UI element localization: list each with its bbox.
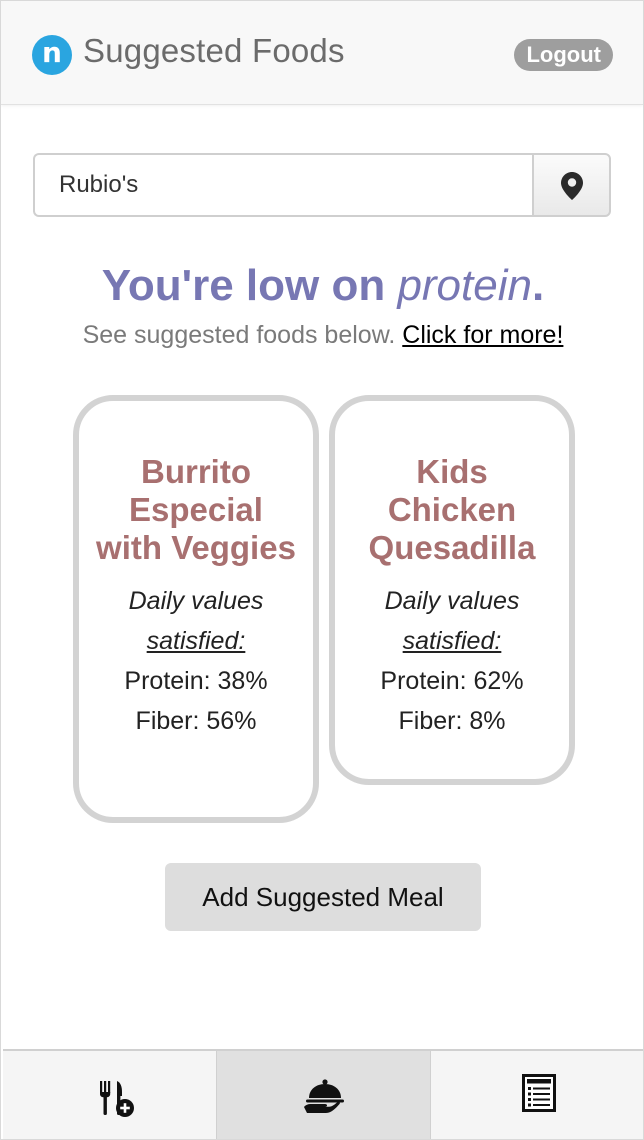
protein-value: Protein: 62% xyxy=(380,667,524,695)
headline-prefix: You're low on xyxy=(101,261,398,310)
location-button[interactable] xyxy=(532,153,611,217)
map-pin-icon xyxy=(561,172,583,200)
app-frame: n Suggested Foods Logout You're low on p… xyxy=(0,0,644,1140)
fiber-value: Fiber: 56% xyxy=(135,707,257,735)
daily-values-satisfied-label: satisfied: xyxy=(146,627,246,655)
restaurant-search-input[interactable] xyxy=(33,153,533,217)
fiber-value: Fiber: 8% xyxy=(398,707,506,735)
low-nutrient-headline: You're low on protein. xyxy=(1,261,643,311)
logout-button[interactable]: Logout xyxy=(514,39,613,71)
daily-values-label: Daily values xyxy=(128,587,264,615)
food-card[interactable]: Kids Chicken Quesadilla Daily values sat… xyxy=(329,395,575,785)
food-card[interactable]: Burrito Especial with Veggies Daily valu… xyxy=(73,395,319,823)
bottom-nav xyxy=(3,1049,643,1139)
headline-suffix: . xyxy=(531,261,545,310)
tab-suggested-foods[interactable] xyxy=(217,1051,431,1139)
add-suggested-meal-button[interactable]: Add Suggested Meal xyxy=(165,863,481,931)
food-card-title: Kids Chicken Quesadilla xyxy=(368,453,536,566)
list-document-icon xyxy=(522,1074,556,1112)
fork-knife-add-icon xyxy=(100,1081,134,1117)
protein-value: Protein: 38% xyxy=(124,667,268,695)
serving-cloche-icon xyxy=(304,1079,344,1113)
header-bar: n Suggested Foods Logout xyxy=(1,1,643,105)
headline-nutrient: protein xyxy=(397,261,532,310)
suggestion-subtext: See suggested foods below. Click for mor… xyxy=(1,321,643,350)
daily-values-label: Daily values xyxy=(384,587,520,615)
subtext-label: See suggested foods below. xyxy=(82,321,403,349)
daily-values-satisfied-label: satisfied: xyxy=(402,627,502,655)
restaurant-search xyxy=(33,153,611,219)
page-title: Suggested Foods xyxy=(83,32,345,69)
app-logo-icon: n xyxy=(32,35,72,75)
food-card-title: Burrito Especial with Veggies xyxy=(96,453,296,566)
tab-add-food[interactable] xyxy=(3,1051,217,1139)
tab-food-log[interactable] xyxy=(431,1051,643,1139)
more-info-link[interactable]: Click for more! xyxy=(402,321,563,349)
